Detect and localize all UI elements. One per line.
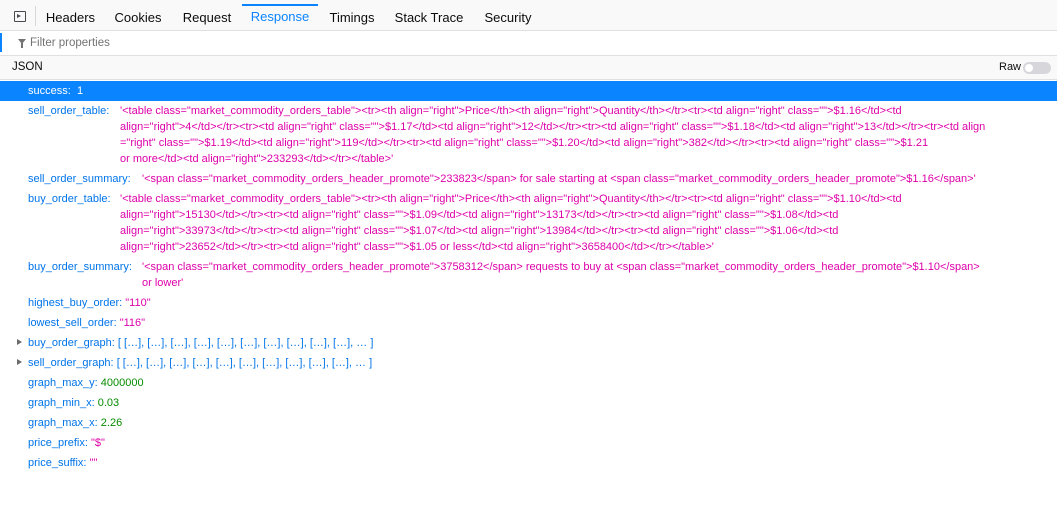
json-key: sell_order_table: bbox=[28, 105, 110, 117]
json-value-line: ="right" class="">$1.19</td><td align="r… bbox=[120, 137, 929, 149]
json-value-line: '<table class="market_commodity_orders_t… bbox=[120, 105, 902, 117]
json-value: [ […], […], […], […], […], […], […], […]… bbox=[117, 337, 374, 349]
json-value-line: '<span class="market_commodity_orders_he… bbox=[142, 261, 980, 273]
expand-arrow-icon[interactable] bbox=[17, 339, 22, 345]
tab-security[interactable]: Security bbox=[476, 6, 540, 30]
json-value: [ […], […], […], […], […], […], […], […]… bbox=[116, 357, 373, 369]
expand-arrow-icon[interactable] bbox=[17, 359, 22, 365]
json-row-graph-max-x[interactable]: graph_max_x: 2.26 bbox=[0, 413, 1057, 433]
json-key: success: bbox=[28, 85, 71, 97]
json-row-graph-max-y[interactable]: graph_max_y: 4000000 bbox=[0, 373, 1057, 393]
tab-timings[interactable]: Timings bbox=[322, 6, 382, 30]
json-key: graph_max_y: 4000000 bbox=[28, 377, 144, 389]
json-key: price_suffix: "" bbox=[28, 457, 98, 469]
json-key: lowest_sell_order: "116" bbox=[28, 317, 146, 329]
json-value: "110" bbox=[125, 297, 151, 309]
json-row-highest-buy-order[interactable]: highest_buy_order: "110" bbox=[0, 293, 1057, 313]
tabbar-separator bbox=[35, 6, 36, 26]
toggle-sidebar-icon[interactable] bbox=[14, 11, 26, 22]
json-value: 4000000 bbox=[100, 377, 144, 389]
tab-request[interactable]: Request bbox=[174, 6, 240, 30]
json-section-header: JSON Raw bbox=[0, 56, 1057, 80]
json-value-line: align="right">15130</td></tr><tr><td ali… bbox=[120, 209, 839, 221]
json-key: sell_order_summary: bbox=[28, 173, 131, 185]
tab-stack-trace[interactable]: Stack Trace bbox=[388, 6, 470, 30]
json-row-sell-order-graph[interactable]: sell_order_graph: [ […], […], […], […], … bbox=[0, 353, 1057, 373]
json-value: "116" bbox=[119, 317, 146, 329]
json-row-buy-order-table[interactable]: buy_order_table: '<table class="market_c… bbox=[0, 189, 1057, 257]
tab-headers[interactable]: Headers bbox=[40, 6, 101, 30]
json-row-sell-order-summary[interactable]: sell_order_summary: '<span class="market… bbox=[0, 169, 1057, 189]
json-row-sell-order-table[interactable]: sell_order_table: '<table class="market_… bbox=[0, 101, 1057, 169]
json-row-graph-min-x[interactable]: graph_min_x: 0.03 bbox=[0, 393, 1057, 413]
filter-focus-indicator bbox=[0, 33, 2, 52]
json-key: buy_order_table: bbox=[28, 193, 111, 205]
json-row-price-suffix[interactable]: price_suffix: "" bbox=[0, 453, 1057, 473]
json-key: highest_buy_order: "110" bbox=[28, 297, 151, 309]
json-row-price-prefix[interactable]: price_prefix: "$" bbox=[0, 433, 1057, 453]
json-value-line: or lower' bbox=[142, 277, 184, 289]
filter-properties-input[interactable] bbox=[30, 34, 530, 52]
json-value: "" bbox=[89, 457, 98, 469]
json-row-buy-order-graph[interactable]: buy_order_graph: [ […], […], […], […], [… bbox=[0, 333, 1057, 353]
json-value: 1 bbox=[77, 85, 84, 97]
raw-label: Raw bbox=[999, 61, 1022, 73]
raw-toggle[interactable] bbox=[1023, 62, 1051, 74]
json-value: "$" bbox=[90, 437, 105, 449]
json-row-buy-order-summary[interactable]: buy_order_summary: '<span class="market_… bbox=[0, 257, 1057, 293]
json-key: buy_order_graph: [ […], […], […], […], [… bbox=[28, 337, 374, 349]
json-value-line: '<table class="market_commodity_orders_t… bbox=[120, 193, 902, 205]
json-value: 0.03 bbox=[97, 397, 120, 409]
json-row-success[interactable]: success: 1 bbox=[0, 81, 1057, 101]
json-tree: success: 1 sell_order_table: '<table cla… bbox=[0, 81, 1057, 473]
request-details-tabbar: Headers Cookies Request Response Timings… bbox=[0, 0, 1057, 31]
json-value-line: align="right">4</td></tr><tr><td align="… bbox=[120, 121, 986, 133]
tab-cookies[interactable]: Cookies bbox=[106, 6, 170, 30]
json-value-line: align="right">23652</td></tr><tr><td ali… bbox=[120, 241, 714, 253]
json-value: '<span class="market_commodity_orders_he… bbox=[142, 173, 976, 185]
json-label: JSON bbox=[12, 61, 43, 73]
filter-bar bbox=[0, 31, 1057, 56]
json-key: graph_max_x: 2.26 bbox=[28, 417, 123, 429]
json-row-lowest-sell-order[interactable]: lowest_sell_order: "116" bbox=[0, 313, 1057, 333]
json-value-line: align="right">33973</td></tr><tr><td ali… bbox=[120, 225, 839, 237]
json-value-line: or more</td><td align="right">233293</td… bbox=[120, 153, 394, 165]
json-key: sell_order_graph: [ […], […], […], […], … bbox=[28, 357, 373, 369]
json-key: graph_min_x: 0.03 bbox=[28, 397, 120, 409]
tab-response[interactable]: Response bbox=[242, 4, 318, 28]
json-value: 2.26 bbox=[100, 417, 123, 429]
json-key: buy_order_summary: bbox=[28, 261, 132, 273]
filter-icon bbox=[18, 39, 26, 48]
json-key: price_prefix: "$" bbox=[28, 437, 105, 449]
